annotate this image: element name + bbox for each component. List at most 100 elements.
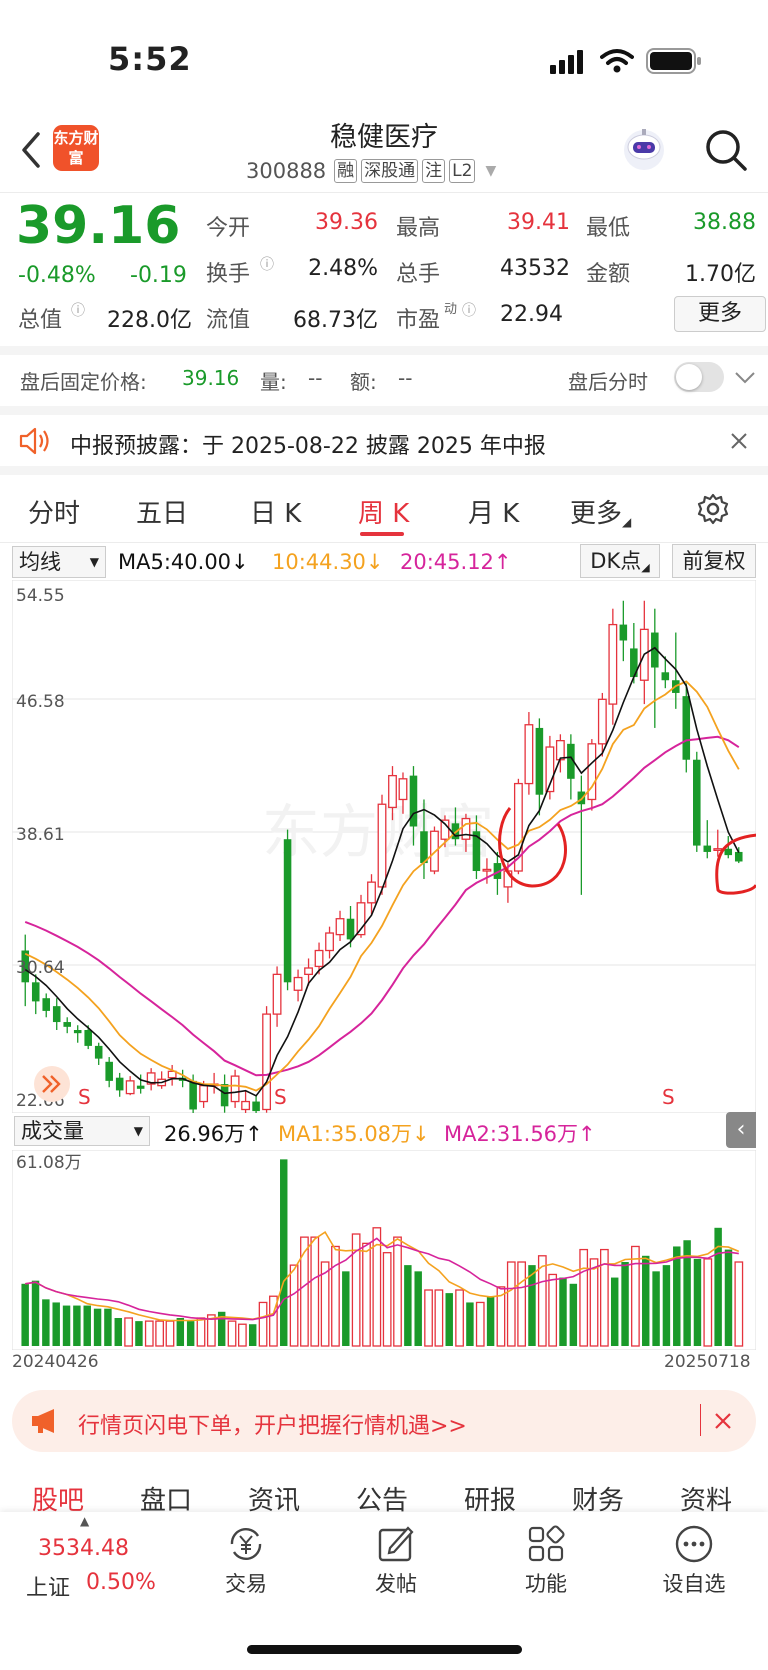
candle-body <box>409 775 418 827</box>
candle-body <box>252 1101 260 1112</box>
legend-vol-ma1: MA1:35.08万↓ <box>278 1122 430 1146</box>
more-quote-button[interactable]: 更多 <box>674 296 766 332</box>
indicator-selector[interactable]: 均线 ▼ <box>12 546 106 578</box>
label-total-mcap: 总值 <box>18 308 63 333</box>
candle-body <box>283 839 292 983</box>
active-tab-underline <box>360 532 404 536</box>
robot-assistant-icon[interactable] <box>620 126 668 174</box>
grid-icon[interactable] <box>526 1524 566 1564</box>
index-change-pct[interactable]: 0.50% <box>86 1570 156 1595</box>
close-icon[interactable] <box>714 1412 732 1430</box>
candle-body <box>608 623 618 705</box>
volume-bar <box>83 1305 91 1346</box>
nav-add-watchlist[interactable]: 设自选 <box>649 1568 739 1598</box>
candle-body <box>52 1006 61 1023</box>
candle-body <box>199 1084 209 1103</box>
caret-icon: ◢ <box>641 561 650 574</box>
candle-body <box>703 845 712 852</box>
back-arrow-icon[interactable] <box>18 130 44 170</box>
candle-body <box>241 1100 251 1111</box>
label-volume: 总手 <box>396 262 441 287</box>
tab-more[interactable]: 更多◢ <box>570 493 631 530</box>
volume-bar <box>62 1305 71 1346</box>
legend-ma10: 10:44.30↓ <box>272 550 384 574</box>
app-logo: 东方财富 <box>53 125 99 171</box>
kline-chart[interactable]: 东方财富 54.55 46.58 38.61 30.64 22.66 S S S <box>12 580 756 1113</box>
volume-bar <box>114 1318 122 1346</box>
gear-icon[interactable] <box>696 492 730 526</box>
notice-text[interactable]: 中报预披露：于 2025-08-22 披露 2025 年中报 <box>70 428 546 460</box>
info-icon[interactable]: ⓘ <box>71 300 85 320</box>
nav-trade[interactable]: 交易 <box>201 1568 291 1598</box>
yen-exchange-icon[interactable] <box>226 1524 266 1564</box>
volume-bar <box>579 1248 589 1347</box>
candle-body <box>105 1061 113 1081</box>
volume-bar <box>424 1289 433 1347</box>
value-total-mcap: 228.0亿 <box>107 308 192 333</box>
stock-code-row[interactable]: 300888 融 深股通 注 L2 ▼ <box>246 159 496 183</box>
volume-bar <box>414 1271 422 1346</box>
expand-arrows-icon[interactable] <box>34 1066 70 1102</box>
after-hours-toggle-label: 盘后分时 <box>568 370 648 394</box>
volume-bar <box>445 1293 453 1346</box>
promo-text[interactable]: 行情页闪电下单，开户把握行情机遇>> <box>78 1408 467 1440</box>
candle-body <box>555 740 565 761</box>
chevron-down-icon[interactable] <box>734 370 756 386</box>
index-name[interactable]: 上证 <box>26 1570 70 1602</box>
volume-indicator-selector[interactable]: 成交量 ▼ <box>14 1116 150 1146</box>
forward-adjust-button[interactable]: 前复权 <box>672 544 756 578</box>
info-icon[interactable]: ⓘ <box>260 254 274 274</box>
candle-body <box>524 724 534 785</box>
search-icon[interactable] <box>704 128 748 172</box>
volume-bar <box>569 1283 578 1346</box>
candle-body <box>136 1085 145 1089</box>
candle-body <box>84 1030 92 1046</box>
megaphone-icon <box>32 1409 54 1433</box>
dk-point-button[interactable]: DK点◢ <box>580 544 660 578</box>
candle-body <box>314 949 324 968</box>
nav-functions[interactable]: 功能 <box>501 1568 591 1598</box>
tab-five-day[interactable]: 五日 <box>136 493 188 530</box>
volume-bar <box>559 1277 567 1346</box>
tab-intraday[interactable]: 分时 <box>28 493 80 530</box>
candle-body <box>377 803 387 888</box>
volume-bar <box>135 1321 143 1346</box>
speaker-icon <box>19 427 49 455</box>
candle-body <box>94 1045 103 1059</box>
collapse-panel-button[interactable]: ‹ <box>726 1112 756 1148</box>
value-open: 39.36 <box>315 210 378 235</box>
sell-signal-marker: S <box>662 1085 675 1109</box>
value-volume: 43532 <box>500 256 570 281</box>
candle-body <box>220 1084 229 1107</box>
volume-bar <box>144 1320 154 1347</box>
volume-bar <box>31 1280 40 1346</box>
volume-chart[interactable]: 61.08万 <box>12 1150 756 1350</box>
nav-post[interactable]: 发帖 <box>351 1568 441 1598</box>
candle-body <box>325 932 334 952</box>
label-high: 最高 <box>396 216 441 241</box>
y-tick-label: 46.58 <box>16 692 65 712</box>
label-pe: 市盈 <box>396 308 441 333</box>
after-hours-toggle[interactable] <box>674 362 724 392</box>
chevron-down-icon: ▼ <box>485 163 497 179</box>
volume-bar <box>393 1236 402 1347</box>
tab-daily-k[interactable]: 日 K <box>250 493 301 530</box>
more-dots-icon[interactable] <box>674 1524 714 1564</box>
close-icon[interactable] <box>730 432 748 450</box>
candle-body <box>597 698 607 745</box>
index-value[interactable]: 3534.48 <box>38 1536 129 1561</box>
volume-bar <box>506 1261 516 1347</box>
up-caret-icon: ▲ <box>80 1514 90 1528</box>
tag-registered: 注 <box>422 159 446 183</box>
value-float-mcap: 68.73亿 <box>293 308 378 333</box>
edit-icon[interactable] <box>376 1524 416 1564</box>
tag-stock-connect: 深股通 <box>361 159 419 183</box>
tab-monthly-k[interactable]: 月 K <box>468 493 519 530</box>
tab-weekly-k[interactable]: 周 K <box>358 493 409 530</box>
candle-body <box>293 976 303 991</box>
stock-name: 稳健医疗 <box>330 122 438 153</box>
label-float-mcap: 流值 <box>206 308 251 333</box>
candle-body <box>661 672 670 681</box>
candle-body <box>335 918 345 936</box>
after-hours-vol-value: -- <box>308 366 323 390</box>
